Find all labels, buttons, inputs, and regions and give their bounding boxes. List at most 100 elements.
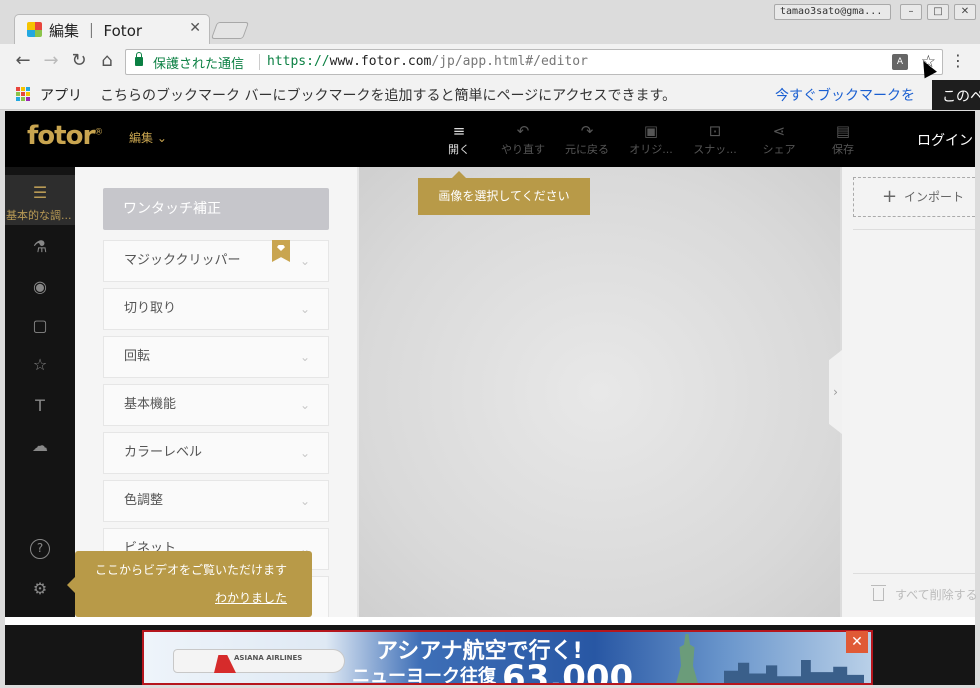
apps-dot: [16, 87, 20, 91]
snapshot-button[interactable]: ⊡ スナッ...: [685, 121, 745, 157]
panel-item-rotate[interactable]: 回転 ⌄: [103, 336, 329, 378]
bookmarks-bar: アプリ こちらのブックマーク バーにブックマークを追加すると簡単にページにアクセ…: [0, 80, 980, 110]
clear-all-button[interactable]: すべて削除する: [853, 573, 978, 617]
plane-tail: [214, 655, 236, 673]
share-icon: ⋖: [772, 122, 786, 140]
forward-icon[interactable]: →: [40, 50, 62, 72]
flask-icon: ⚗: [32, 237, 48, 256]
fotor-favicon-icon: [27, 22, 42, 37]
app-header: fotor® 編集 ⌄ ≡ 開く ↶ やり直す ↷ 元に戻る ▣ オリジ... …: [5, 111, 975, 167]
settings-button[interactable]: ⚙: [5, 569, 75, 609]
image-list-panel: + インポート すべて削除する: [842, 167, 978, 617]
editor-canvas[interactable]: [359, 167, 840, 617]
secure-label[interactable]: 保護された通信: [153, 53, 244, 72]
panel-item-color-level[interactable]: カラーレベル ⌄: [103, 432, 329, 474]
sidebar-item-frames[interactable]: ▢: [5, 306, 75, 346]
tool-sidebar: ☰ 基本的な調... ⚗ ◉ ▢ ☆ T ☁ ? ⚙: [5, 167, 75, 617]
sidebar-item-cloud[interactable]: ☁: [5, 426, 75, 466]
tab-close-icon[interactable]: ✕: [189, 20, 201, 36]
frame-icon: ▢: [32, 316, 48, 335]
panel-item-basic[interactable]: 基本機能 ⌄: [103, 384, 329, 426]
sidebar-item-effects[interactable]: ⚗: [5, 227, 75, 267]
chevron-down-icon: ⌄: [299, 350, 310, 364]
video-hint-message: ここからビデオをご覧いただけます: [95, 563, 288, 577]
chevron-right-icon: ›: [833, 385, 838, 399]
apps-dot: [21, 97, 25, 101]
fotor-logo[interactable]: fotor®: [27, 121, 103, 151]
back-icon[interactable]: ←: [12, 50, 34, 72]
snapshot-icon: ⊡: [708, 122, 722, 140]
image-icon: ▣: [643, 122, 659, 140]
import-button[interactable]: + インポート: [853, 177, 975, 217]
apps-dot: [21, 92, 25, 96]
statue-of-liberty-image: [675, 634, 699, 683]
apps-grid-icon[interactable]: [16, 87, 30, 101]
undo-button[interactable]: ↷ 元に戻る: [557, 121, 617, 157]
browser-toolbar: ← → ↻ ⌂ 保護された通信 https://www.fotor.com/jp…: [0, 44, 980, 80]
redo-button[interactable]: ↶ やり直す: [493, 121, 553, 157]
apps-dot: [26, 87, 30, 91]
panel-item-color-adjust[interactable]: 色調整 ⌄: [103, 480, 329, 522]
open-button[interactable]: ≡ 開く: [429, 121, 489, 157]
chevron-down-icon: ⌄: [299, 254, 310, 268]
ad-area: ASIANA AIRLINES アシアナ航空で行く! ニューヨーク往復 63,0…: [5, 617, 975, 685]
mode-dropdown[interactable]: 編集 ⌄: [129, 129, 167, 146]
url-text[interactable]: https://www.fotor.com/jp/app.html#/edito…: [267, 54, 588, 69]
ad-close-icon[interactable]: ✕: [846, 631, 868, 653]
apps-link[interactable]: アプリ: [40, 85, 82, 105]
redo-arrow-icon: ↷: [580, 122, 594, 140]
one-touch-enhance-button[interactable]: ワンタッチ補正: [103, 188, 329, 230]
login-button[interactable]: ログイン: [917, 130, 973, 150]
address-bar[interactable]: 保護された通信 https://www.fotor.com/jp/app.htm…: [125, 49, 943, 75]
home-icon[interactable]: ⌂: [96, 50, 118, 72]
sliders-icon: ☰: [32, 183, 48, 202]
original-button[interactable]: ▣ オリジ...: [621, 121, 681, 157]
apps-dot: [26, 92, 30, 96]
ad-subtitle: ニューヨーク往復: [352, 666, 496, 685]
eye-icon: ◉: [33, 277, 47, 296]
trash-icon: [871, 585, 886, 601]
panel-item-crop[interactable]: 切り取り ⌄: [103, 288, 329, 330]
chevron-down-icon: ⌄: [299, 398, 310, 412]
divider: [853, 229, 975, 230]
sticker-star-icon: ☆: [32, 355, 48, 374]
text-icon: T: [35, 396, 45, 415]
ad-price: 63,000: [502, 658, 634, 685]
airplane-image: ASIANA AIRLINES: [174, 650, 344, 673]
sidebar-item-beauty[interactable]: ◉: [5, 267, 75, 307]
sidebar-item-basic-adjust[interactable]: ☰ 基本的な調...: [5, 175, 75, 225]
save-icon: ▤: [835, 122, 851, 140]
maximize-button[interactable]: □: [927, 4, 949, 20]
translate-icon[interactable]: A: [892, 54, 908, 70]
help-button[interactable]: ?: [5, 529, 75, 569]
adjust-panel: ワンタッチ補正 マジッククリッパー ⌄ 切り取り ⌄ 回転 ⌄ 基本機能 ⌄ カ…: [75, 167, 357, 617]
save-button[interactable]: ▤ 保存: [813, 121, 873, 157]
minimize-button[interactable]: –: [900, 4, 922, 20]
got-it-link[interactable]: わかりました: [215, 589, 287, 606]
new-tab-button[interactable]: [210, 22, 250, 39]
sidebar-item-stickers[interactable]: ☆: [5, 345, 75, 385]
profile-button[interactable]: tamao3sato@gma...: [774, 4, 891, 20]
menu-icon: ≡: [452, 122, 466, 140]
ad-banner[interactable]: ASIANA AIRLINES アシアナ航空で行く! ニューヨーク往復 63,0…: [142, 630, 873, 685]
share-button[interactable]: ⋖ シェア: [749, 121, 809, 157]
panel-item-magic-clipper[interactable]: マジッククリッパー ⌄: [103, 240, 329, 282]
chevron-down-icon: ⌄: [299, 446, 310, 460]
skyline-image: [724, 660, 864, 683]
collapse-panel-handle[interactable]: ›: [829, 350, 842, 434]
apps-dot: [16, 97, 20, 101]
premium-diamond-icon: [272, 240, 290, 262]
browser-menu-icon[interactable]: ⋮: [950, 52, 966, 70]
chevron-down-icon: ⌄: [156, 131, 167, 145]
apps-dot: [16, 92, 20, 96]
plus-icon: +: [882, 186, 898, 207]
reload-icon[interactable]: ↻: [68, 50, 90, 72]
lock-icon: [135, 52, 143, 66]
ad-separator: [5, 617, 975, 625]
bookmark-now-link[interactable]: 今すぐブックマークを: [775, 85, 915, 105]
apps-dot: [26, 97, 30, 101]
sidebar-item-text[interactable]: T: [5, 386, 75, 426]
window-close-button[interactable]: ✕: [954, 4, 976, 20]
gear-icon: ⚙: [32, 579, 48, 598]
browser-tab[interactable]: 編集 ｜ Fotor ✕: [14, 14, 210, 44]
